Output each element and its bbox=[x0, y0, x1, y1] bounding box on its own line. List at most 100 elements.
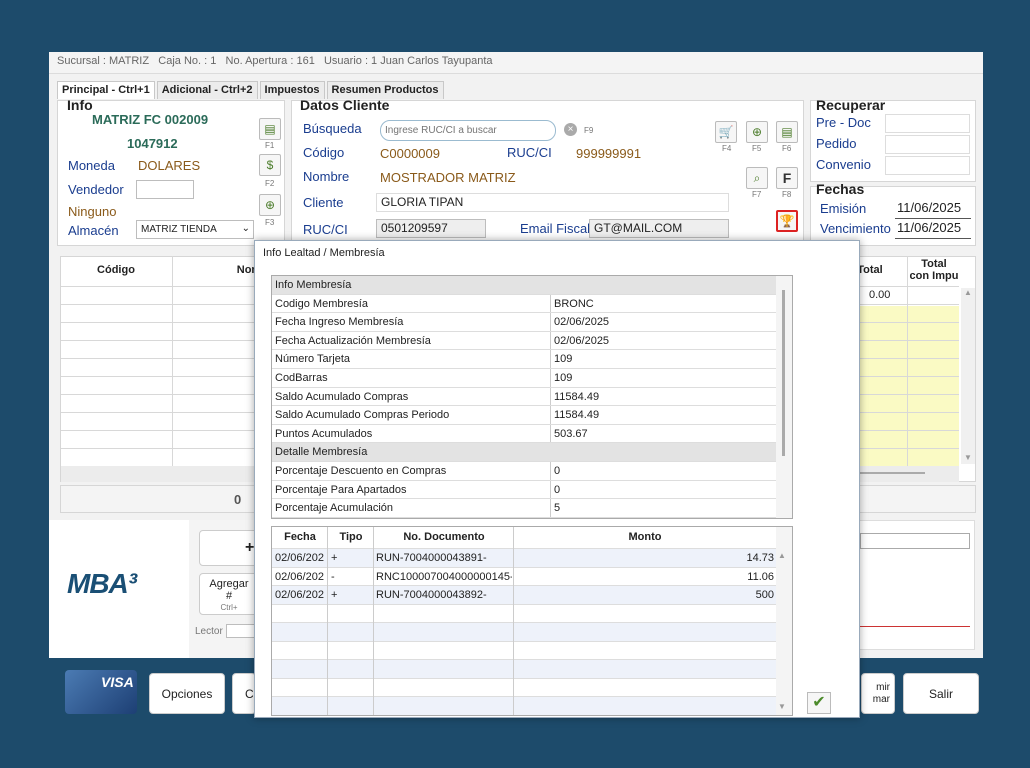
grid-total-column bbox=[858, 306, 907, 466]
opciones-label: Opciones bbox=[161, 686, 213, 701]
membership-section-header: Detalle Membresía bbox=[272, 443, 777, 462]
tx-col-divider bbox=[373, 527, 374, 715]
membership-field-label: Porcentaje Para Apartados bbox=[275, 483, 407, 496]
predoc-field[interactable] bbox=[885, 114, 970, 133]
transaction-row[interactable]: 02/06/202- RNC100007004000000145- 11.06 bbox=[272, 567, 777, 586]
clear-icon[interactable]: × bbox=[564, 123, 577, 136]
lector-field[interactable] bbox=[226, 624, 256, 638]
salir-label: Salir bbox=[928, 686, 953, 701]
membership-row: Fecha Actualización Membresía 02/06/2025 bbox=[272, 331, 777, 351]
document-dollar-icon[interactable]: $ bbox=[259, 154, 281, 176]
membership-field-label: CodBarras bbox=[275, 372, 328, 384]
status-caja: Caja No. : 1 bbox=[158, 55, 217, 67]
transaction-fecha: 02/06/202 bbox=[275, 570, 324, 583]
membership-col-divider bbox=[550, 462, 551, 480]
membership-row: Porcentaje Descuento en Compras 0 bbox=[272, 462, 777, 481]
add-item-button[interactable]: + bbox=[199, 530, 259, 566]
almacen-value: MATRIZ TIENDA bbox=[141, 224, 217, 235]
vendedor-label: Vendedor bbox=[68, 182, 124, 197]
transactions-scrollbar[interactable]: ▲ ▼ bbox=[776, 527, 792, 715]
tx-col-divider bbox=[513, 527, 514, 715]
emision-date[interactable]: 11/06/2025 bbox=[895, 200, 971, 219]
membership-field-value: 11584.49 bbox=[554, 390, 600, 403]
c-button[interactable]: C bbox=[232, 673, 256, 714]
plus-label: + bbox=[245, 539, 255, 556]
membership-field-value: BRONC bbox=[554, 297, 594, 310]
emision-value: 11/06/2025 bbox=[897, 200, 962, 215]
confirm-checkmark-button[interactable]: ✔ bbox=[807, 692, 831, 714]
transaction-doc: RNC100007004000000145- bbox=[376, 570, 512, 583]
busqueda-input[interactable] bbox=[380, 120, 556, 141]
membership-table-scrollbar[interactable] bbox=[776, 276, 792, 518]
tab-adicional[interactable]: Adicional - Ctrl+2 bbox=[156, 81, 258, 99]
ruc2-field[interactable]: 0501209597 bbox=[376, 219, 486, 238]
transaction-fecha: 02/06/202 bbox=[275, 552, 324, 564]
cliente-label: Cliente bbox=[303, 195, 344, 210]
membership-field-value: 503.67 bbox=[554, 427, 588, 440]
membership-field-value: 109 bbox=[554, 353, 573, 366]
membership-col-divider bbox=[550, 369, 551, 387]
scroll-down-icon[interactable]: ▼ bbox=[778, 702, 786, 711]
transaction-row[interactable] bbox=[272, 678, 777, 697]
user-search-icon[interactable]: ⌕ bbox=[746, 167, 768, 189]
transaction-row[interactable] bbox=[272, 623, 777, 642]
transaction-row[interactable]: 02/06/202 + RUN-7004000043892- 500 bbox=[272, 586, 777, 605]
tx-header-fecha: Fecha bbox=[284, 531, 316, 543]
membership-field-value: 02/06/2025 bbox=[554, 334, 610, 347]
transaction-row[interactable] bbox=[272, 697, 777, 715]
print-confirm-button[interactable]: mir mar bbox=[861, 673, 895, 714]
scroll-up-icon[interactable]: ▲ bbox=[961, 288, 975, 297]
divider-line bbox=[855, 472, 925, 474]
cliente-field[interactable]: GLORIA TIPAN bbox=[376, 193, 729, 212]
f2-key-label: F2 bbox=[265, 179, 275, 188]
visa-card-button[interactable]: VISA bbox=[65, 670, 137, 714]
salir-button[interactable]: Salir bbox=[903, 673, 979, 714]
email-field[interactable]: GT@MAIL.COM bbox=[589, 219, 729, 238]
membership-row: Porcentaje Para Apartados 0 bbox=[272, 480, 777, 500]
vencimiento-date[interactable]: 11/06/2025 bbox=[895, 220, 971, 239]
recuperar-title: Recuperar bbox=[816, 97, 886, 113]
membership-col-divider bbox=[550, 331, 551, 350]
membership-row: CodBarras 109 bbox=[272, 369, 777, 388]
agregar-label: Agregar bbox=[209, 578, 249, 590]
membership-field-value: 02/06/2025 bbox=[554, 316, 610, 329]
transaction-doc: RUN-7004000043892- bbox=[376, 589, 487, 601]
clipboard-icon[interactable]: ▤ bbox=[259, 118, 281, 140]
vencimiento-label: Vencimiento bbox=[820, 221, 891, 236]
imprimir-label: mir bbox=[876, 681, 890, 693]
f-icon[interactable]: F bbox=[776, 167, 798, 189]
transaction-row[interactable] bbox=[272, 641, 777, 660]
pedido-field[interactable] bbox=[885, 135, 970, 154]
transaction-row[interactable]: 02/06/202 + RUN-7004000043891- 14.73 bbox=[272, 549, 777, 568]
summary-field[interactable] bbox=[860, 533, 970, 549]
membership-field-label: Fecha Ingreso Membresía bbox=[275, 316, 404, 329]
membership-field-label: Detalle Membresía bbox=[275, 446, 368, 459]
transaction-row[interactable] bbox=[272, 604, 777, 623]
convenio-field[interactable] bbox=[885, 156, 970, 175]
grid-scrollbar[interactable]: ▲ ▼ bbox=[961, 288, 975, 464]
status-usuario: Usuario : 1 Juan Carlos Tayupanta bbox=[323, 55, 493, 67]
cart-icon[interactable]: 🛒 bbox=[715, 121, 737, 143]
vendedor-field[interactable] bbox=[136, 180, 194, 199]
dialog-title: Info Lealtad / Membresía bbox=[263, 247, 385, 259]
status-apertura: No. Apertura : 161 bbox=[225, 55, 315, 67]
add-document-icon[interactable]: ▤ bbox=[776, 121, 798, 143]
ctrl-label: Ctrl+ bbox=[220, 603, 238, 612]
opciones-button[interactable]: Opciones bbox=[149, 673, 225, 714]
scroll-up-icon[interactable]: ▲ bbox=[778, 551, 786, 560]
search-zoom-icon[interactable]: ⊕ bbox=[746, 121, 768, 143]
transaction-row[interactable] bbox=[272, 660, 777, 679]
membership-col-divider bbox=[550, 387, 551, 406]
scroll-down-icon[interactable]: ▼ bbox=[961, 453, 975, 462]
membership-col-divider bbox=[550, 480, 551, 499]
trophy-icon[interactable]: 🏆 bbox=[776, 210, 798, 232]
hash-label: # bbox=[225, 590, 233, 602]
zoom-icon[interactable]: ⊕ bbox=[259, 194, 281, 216]
agregar-button[interactable]: Agregar # Ctrl+ bbox=[199, 573, 259, 615]
grid-header-total-impu-line1: Total bbox=[921, 258, 947, 270]
membership-row: Codigo Membresía BRONC bbox=[272, 294, 777, 314]
scroll-thumb[interactable] bbox=[782, 290, 785, 456]
pedido-label: Pedido bbox=[816, 136, 857, 151]
almacen-select[interactable]: MATRIZ TIENDA ⌄ bbox=[136, 220, 254, 239]
almacen-label: Almacén bbox=[68, 223, 119, 238]
